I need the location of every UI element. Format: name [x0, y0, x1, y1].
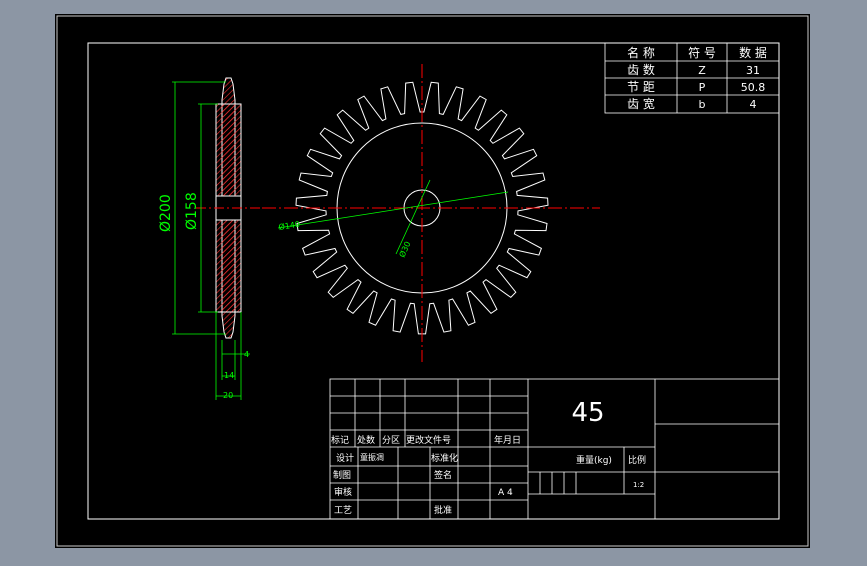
material-label: 45 — [571, 398, 604, 428]
sheet-background — [55, 14, 810, 548]
param-cell: P — [699, 81, 706, 94]
param-header-symbol: 符 号 — [688, 45, 716, 60]
dim-root-diameter: Ø158 — [184, 192, 200, 230]
paper-size: A 4 — [498, 488, 513, 498]
design-label: 设计 — [336, 452, 354, 464]
rev-header: 处数 — [357, 434, 375, 446]
rev-header: 年月日 — [494, 434, 521, 446]
approve-label: 批准 — [434, 504, 452, 516]
rev-header: 标记 — [331, 434, 349, 446]
param-cell: 齿 宽 — [627, 96, 655, 111]
param-cell: 4 — [750, 98, 757, 111]
design-value: 童振凋 — [360, 452, 384, 462]
review-label: 审核 — [334, 486, 352, 498]
param-cell: 节 距 — [627, 80, 655, 94]
scale-label: 比例 — [628, 454, 646, 466]
rev-header: 分区 — [382, 435, 400, 446]
param-header-value: 数 据 — [739, 45, 767, 60]
param-header-name: 名 称 — [627, 45, 655, 60]
param-cell: Z — [698, 64, 706, 77]
dim-width-4: 4 — [244, 350, 249, 359]
param-cell: 50.8 — [741, 81, 766, 94]
dim-width-14: 14 — [224, 371, 234, 380]
standardize-label: 标准化 — [431, 452, 458, 464]
param-cell: 齿 数 — [627, 62, 655, 77]
rev-header: 更改文件号 — [406, 434, 451, 446]
dim-tip-diameter: Ø200 — [158, 194, 174, 232]
scale-value: 1:2 — [633, 481, 644, 489]
param-cell: b — [699, 98, 706, 111]
process-label: 工艺 — [334, 505, 352, 516]
drafting-label: 制图 — [333, 469, 351, 481]
drawing-sheet: Ø200 Ø158 4 14 20 Ø140 Ø30 名 称 符 号 数 据 齿… — [55, 14, 810, 548]
dim-width-20: 20 — [223, 391, 233, 400]
cad-viewport[interactable]: Ø200 Ø158 4 14 20 Ø140 Ø30 名 称 符 号 数 据 齿… — [0, 0, 867, 562]
param-cell: 31 — [746, 64, 760, 77]
weight-label: 重量(kg) — [576, 454, 612, 466]
signature-label: 签名 — [434, 469, 452, 481]
